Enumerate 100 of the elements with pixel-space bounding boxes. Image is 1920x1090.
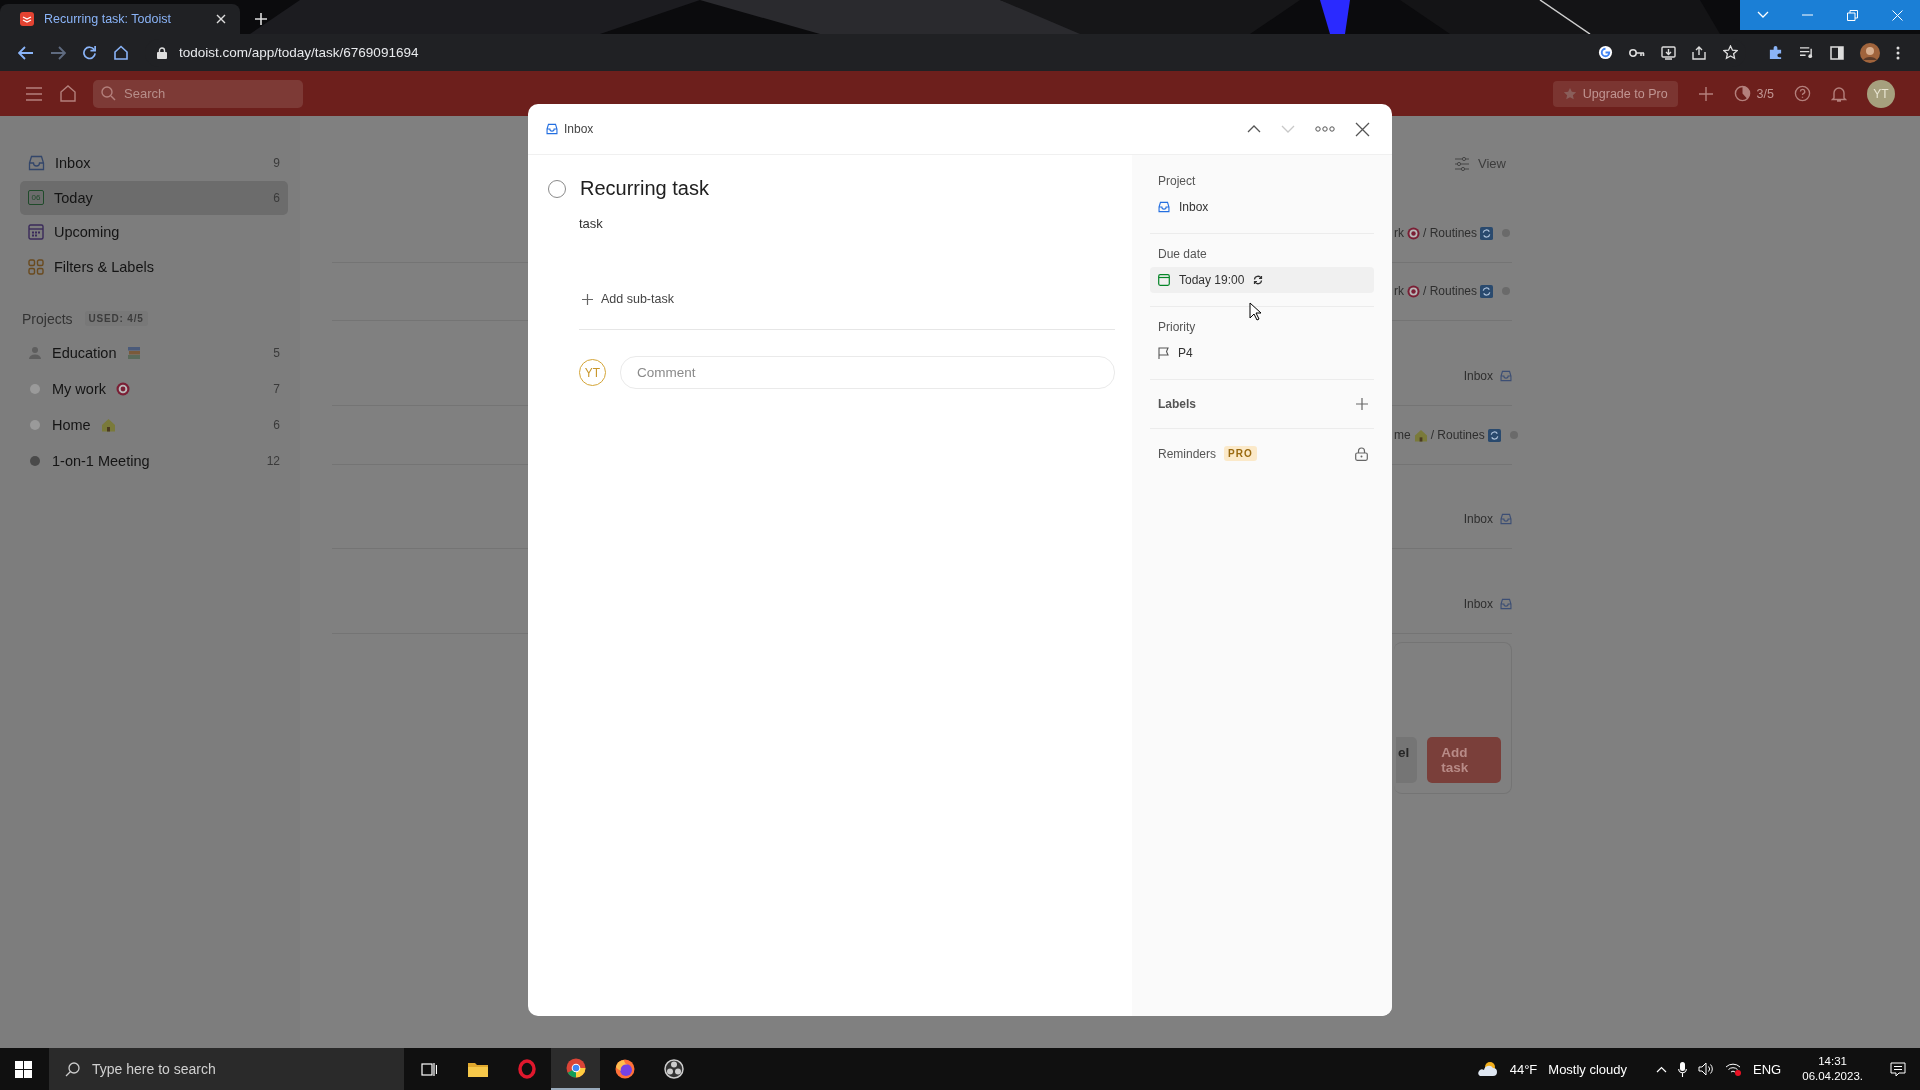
close-icon[interactable] xyxy=(1355,121,1370,137)
start-icon[interactable] xyxy=(15,1060,32,1078)
calendar-icon: 06 xyxy=(28,190,44,205)
checklist-logo-icon xyxy=(20,12,34,26)
due-date-selector[interactable]: Today 19:00 xyxy=(1150,267,1374,293)
help-icon[interactable] xyxy=(1794,85,1811,102)
bell-icon[interactable] xyxy=(1831,84,1847,103)
project-item[interactable]: My work 7 xyxy=(20,371,288,407)
reload-icon[interactable] xyxy=(82,45,97,60)
language-indicator[interactable]: ENG xyxy=(1753,1061,1782,1077)
project-label: Inbox xyxy=(1463,597,1493,611)
calendar-icon xyxy=(1158,274,1170,286)
browser-tab[interactable]: Recurring task: Todoist xyxy=(0,4,240,34)
clock[interactable]: 14:31 06.04.2023. xyxy=(1802,1054,1863,1084)
section-label: / Routines xyxy=(1423,226,1478,240)
puzzle-icon[interactable] xyxy=(1768,45,1783,60)
item-count: 12 xyxy=(266,454,280,469)
karma-button[interactable]: 3/5 xyxy=(1733,85,1774,102)
repeat-icon xyxy=(1480,226,1494,240)
sidebar-item[interactable]: Filters & Labels xyxy=(20,249,288,284)
plus-icon[interactable] xyxy=(1697,85,1714,102)
profile-avatar[interactable] xyxy=(1860,42,1880,63)
field-label: Due date xyxy=(1158,247,1207,261)
search-field[interactable]: Search xyxy=(93,79,303,108)
star-icon xyxy=(1562,86,1577,101)
more-icon[interactable] xyxy=(1315,126,1335,132)
share-icon[interactable] xyxy=(1692,45,1707,60)
key-icon[interactable] xyxy=(1629,46,1645,59)
project-label: Inbox xyxy=(1463,369,1493,383)
new-tab-icon[interactable] xyxy=(254,12,268,26)
weather-label[interactable]: Mostly cloudy xyxy=(1548,1061,1628,1077)
books-icon xyxy=(126,346,141,361)
house-icon xyxy=(100,418,116,433)
house-icon xyxy=(1413,428,1428,442)
project-selector[interactable]: Inbox xyxy=(1150,194,1374,220)
project-item[interactable]: 1-on-1 Meeting 12 xyxy=(20,443,288,479)
section-heading[interactable]: Projects xyxy=(22,310,73,327)
sidebar-item[interactable]: Upcoming xyxy=(20,215,288,249)
close-icon xyxy=(1892,9,1903,21)
home-icon[interactable] xyxy=(113,45,129,60)
microphone-icon[interactable] xyxy=(1678,1061,1688,1077)
repeat-icon xyxy=(1487,428,1501,442)
field-label: Priority xyxy=(1158,320,1196,334)
temperature-label[interactable]: 44°F xyxy=(1509,1061,1538,1077)
comment-field[interactable]: Comment xyxy=(620,356,1115,389)
search-icon xyxy=(101,86,116,101)
add-subtask-button[interactable]: Add sub-task xyxy=(582,289,1115,309)
target-icon xyxy=(1407,284,1420,298)
project-label: rk xyxy=(1394,226,1404,240)
search-field[interactable]: Type here to search xyxy=(49,1048,404,1090)
folder-icon xyxy=(467,1061,488,1077)
item-count: 9 xyxy=(273,156,280,170)
calendar-icon xyxy=(28,224,44,240)
chevron-down-icon xyxy=(1756,11,1769,19)
cloud-sun-icon xyxy=(1476,1061,1499,1077)
progress-ring-icon xyxy=(1733,85,1751,102)
playlist-icon[interactable] xyxy=(1799,46,1814,59)
tricolor-circle-icon xyxy=(565,1058,586,1078)
task-description[interactable]: task xyxy=(579,216,1115,231)
back-icon[interactable] xyxy=(18,45,34,60)
breadcrumb-link[interactable]: Inbox xyxy=(546,122,594,136)
grid-icon xyxy=(28,258,44,275)
plus-icon[interactable] xyxy=(1356,398,1368,410)
add-task-button[interactable]: Add task xyxy=(1427,737,1501,783)
flag-icon xyxy=(1158,347,1169,359)
usage-label: USED: 4/5 xyxy=(84,311,148,326)
cancel-button[interactable]: el xyxy=(1396,737,1418,783)
item-count: 7 xyxy=(273,382,280,397)
home-icon[interactable] xyxy=(59,85,77,102)
inbox-icon xyxy=(546,123,558,135)
star-icon[interactable] xyxy=(1723,45,1738,60)
install-icon[interactable] xyxy=(1661,45,1676,60)
upgrade-button[interactable]: Upgrade to Pro xyxy=(1552,80,1678,107)
taskbar-app[interactable] xyxy=(551,1048,600,1090)
person-icon xyxy=(28,346,42,361)
inbox-icon xyxy=(28,155,45,171)
inbox-icon xyxy=(1158,201,1170,213)
speaker-icon[interactable] xyxy=(1698,1062,1715,1076)
menu-icon[interactable] xyxy=(1896,45,1900,60)
forward-icon[interactable] xyxy=(50,45,66,60)
pro-badge: PRO xyxy=(1224,446,1257,461)
chevron-up-icon[interactable] xyxy=(1247,125,1261,133)
project-item[interactable]: Home 6 xyxy=(20,407,288,443)
view-button[interactable]: View xyxy=(1454,156,1506,171)
restore-icon xyxy=(1847,9,1858,21)
priority-selector[interactable]: P4 xyxy=(1150,340,1374,366)
network-icon[interactable] xyxy=(1725,1062,1743,1076)
search-icon xyxy=(65,1061,80,1077)
notification-icon[interactable] xyxy=(1890,1061,1906,1077)
inbox-icon xyxy=(1500,598,1512,610)
task-view-icon xyxy=(420,1061,437,1077)
circle-logo-icon[interactable] xyxy=(1598,45,1613,60)
project-label: rk xyxy=(1394,284,1404,298)
sidebar-item[interactable]: Inbox 9 xyxy=(20,146,288,180)
project-label: me xyxy=(1394,428,1411,442)
field-label: Project xyxy=(1158,174,1196,188)
side-panel-icon[interactable] xyxy=(1830,45,1844,60)
ring-icon xyxy=(517,1059,536,1079)
project-item[interactable]: Education 5 xyxy=(20,335,288,371)
task-title[interactable]: Recurring task xyxy=(580,177,709,200)
